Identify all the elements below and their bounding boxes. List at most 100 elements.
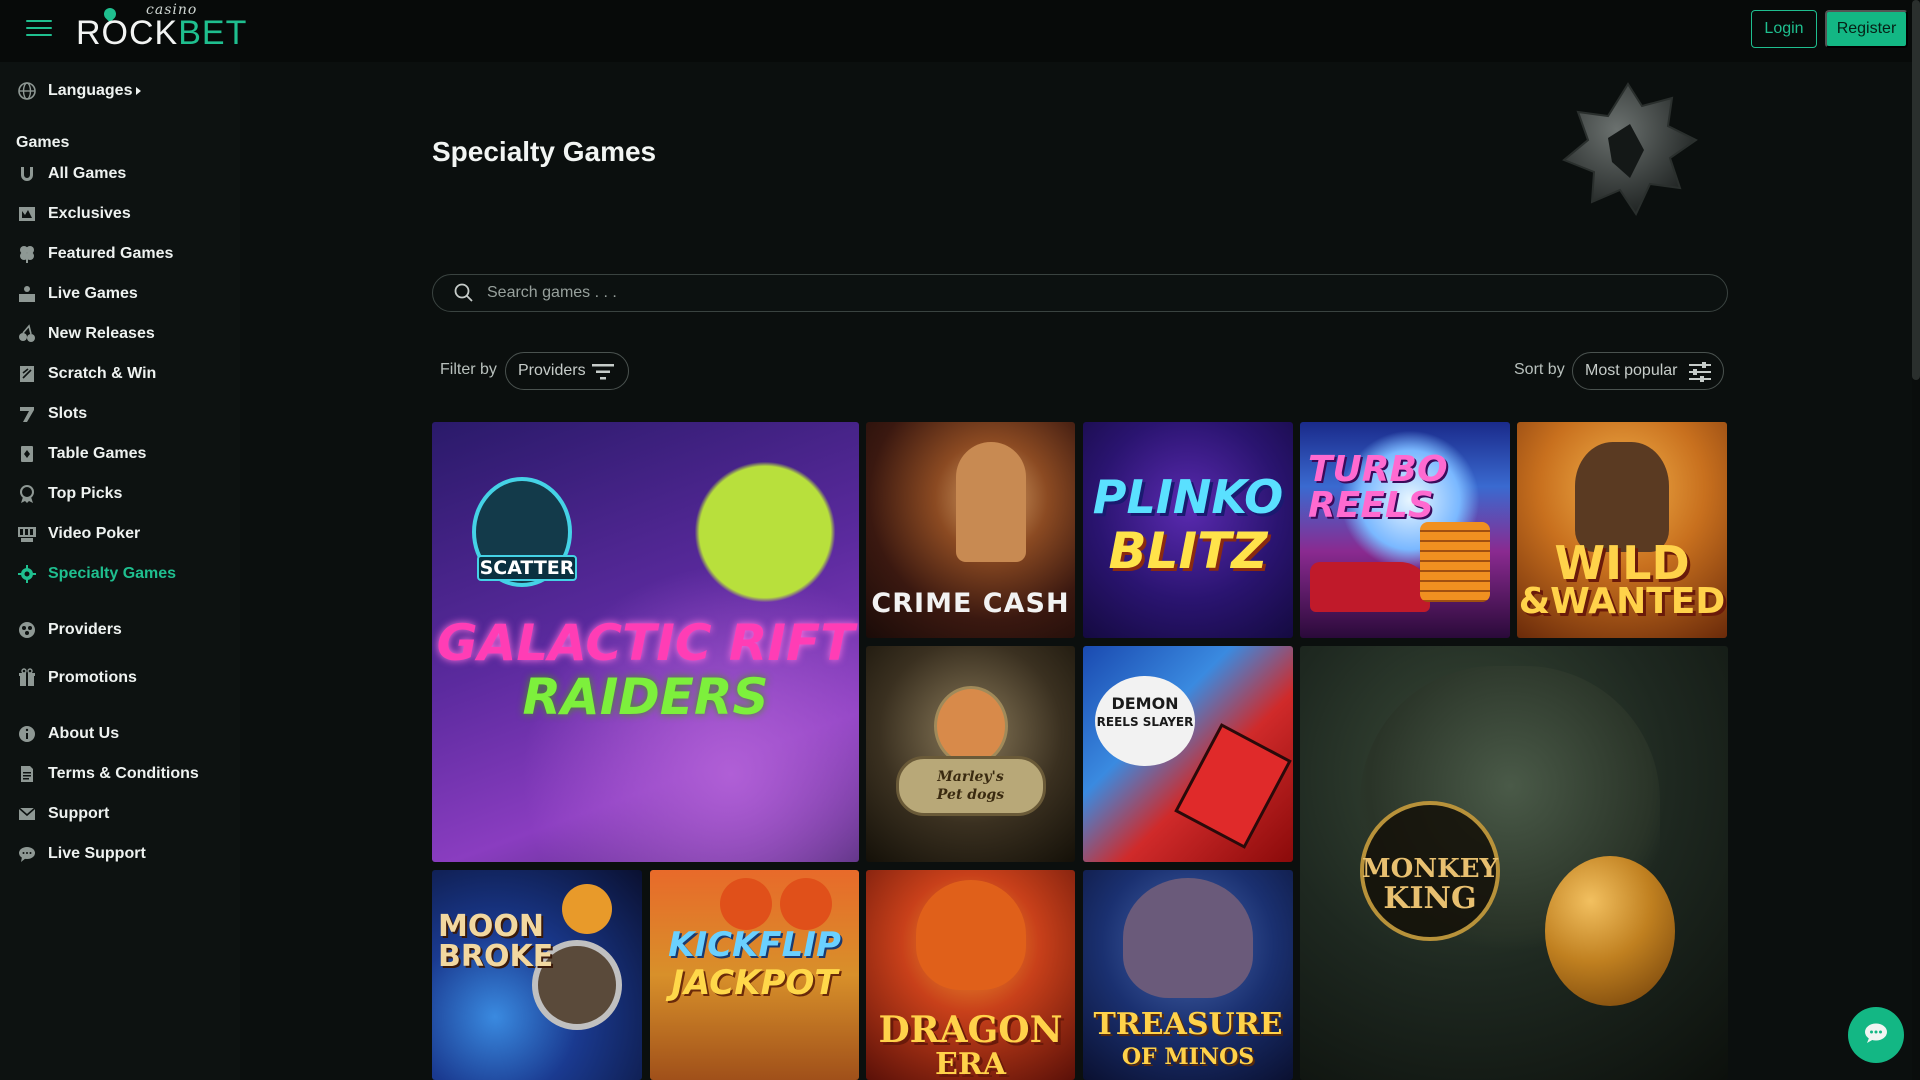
game-title-line1: MOON: [438, 909, 544, 944]
sidebar-item-scratch-win[interactable]: Scratch & Win: [16, 360, 156, 388]
game-tile-moon-broke[interactable]: MOON BROKE: [432, 870, 642, 1080]
sidebar-item-live-games[interactable]: Live Games: [16, 280, 138, 308]
character-illustration: [956, 442, 1026, 562]
filter-label: Filter by: [440, 361, 497, 378]
globe-icon: [16, 80, 38, 102]
game-title-line2: ERA: [934, 1047, 1007, 1080]
sidebar-item-label: Specialty Games: [48, 565, 177, 582]
providers-filter-label: Providers: [518, 362, 586, 379]
logo-bet-text: BET: [178, 14, 248, 52]
game-title-line2: OF MINOS: [1121, 1044, 1255, 1070]
game-tile-kickflip-jackpot[interactable]: KICKFLIP JACKPOT: [650, 870, 859, 1080]
game-tile-marleys-pet-dogs[interactable]: Marley's Pet dogs: [866, 646, 1075, 862]
search-icon: [453, 282, 475, 304]
sort-value: Most popular: [1585, 362, 1678, 379]
login-button[interactable]: Login: [1751, 10, 1817, 48]
info-icon: [16, 723, 38, 745]
top-bar: casino ROCKBET Login Register: [0, 0, 1920, 62]
sidebar-item-label: Languages: [48, 82, 133, 99]
sidebar-item-about-us[interactable]: About Us: [16, 720, 119, 748]
sidebar-item-label: Slots: [48, 405, 88, 422]
game-title-line1: WILD: [1554, 536, 1690, 590]
search-bar[interactable]: [432, 274, 1728, 312]
game-title-line2: CASH: [982, 588, 1070, 619]
game-title-line2: KING: [1383, 881, 1477, 916]
sidebar-item-top-picks[interactable]: Top Picks: [16, 480, 122, 508]
sidebar-item-support[interactable]: Support: [16, 800, 109, 828]
sort-dropdown[interactable]: Most popular: [1572, 352, 1724, 390]
game-title-line2: REELS: [1308, 485, 1434, 526]
ball-graphic: [780, 878, 832, 930]
coins-illustration: [1420, 522, 1490, 602]
game-title: CRIME CASH: [866, 590, 1075, 617]
game-tile-crime-cash[interactable]: CRIME CASH: [866, 422, 1075, 638]
game-tile-demon-reels-slayer[interactable]: DEMON REELS SLAYER: [1083, 646, 1293, 862]
sidebar-item-languages[interactable]: Languages: [16, 77, 142, 105]
game-tile-wild-wanted[interactable]: WILD &WANTED: [1517, 422, 1727, 638]
logo[interactable]: casino ROCKBET: [76, 2, 246, 52]
sliders-icon: [1689, 362, 1711, 382]
menu-icon[interactable]: [26, 18, 52, 38]
filter-icon: [592, 363, 614, 381]
game-title-line2: JACKPOT: [671, 963, 838, 1003]
poker-icon: [16, 523, 38, 545]
sidebar-item-terms[interactable]: Terms & Conditions: [16, 760, 199, 788]
game-tile-plinko-blitz[interactable]: PLINKO BLITZ: [1083, 422, 1293, 638]
sidebar-item-label: Scratch & Win: [48, 365, 157, 382]
document-icon: [16, 763, 38, 785]
sidebar-item-all-games[interactable]: All Games: [16, 160, 126, 188]
portrait-illustration: [934, 686, 1008, 766]
card-icon: [16, 443, 38, 465]
providers-filter-button[interactable]: Providers: [505, 352, 629, 390]
seven-icon: [16, 403, 38, 425]
live-chat-button[interactable]: [1848, 1007, 1904, 1063]
sidebar-item-video-poker[interactable]: Video Poker: [16, 520, 140, 548]
game-tile-treasure-of-minos[interactable]: TREASURE OF MINOS: [1083, 870, 1293, 1080]
sidebar-item-label: Featured Games: [48, 245, 174, 262]
game-title-line1: DEMON: [1111, 694, 1179, 713]
scratch-icon: [16, 363, 38, 385]
sidebar-item-label: Table Games: [48, 445, 147, 462]
sidebar-item-specialty-games[interactable]: Specialty Games: [16, 560, 176, 588]
sidebar-item-new-releases[interactable]: New Releases: [16, 320, 155, 348]
game-title-line2: REELS SLAYER: [1096, 715, 1194, 729]
search-input[interactable]: [487, 284, 1687, 302]
game-tile-galactic-rift-raiders[interactable]: SCATTER GALACTIC RIFT RAIDERS: [432, 422, 859, 862]
sidebar-item-slots[interactable]: Slots: [16, 400, 87, 428]
chat-icon: [16, 843, 38, 865]
mail-icon: [16, 803, 38, 825]
gift-icon: [16, 667, 38, 689]
game-tile-dragon-era[interactable]: DRAGON ERA: [866, 870, 1075, 1080]
sidebar-item-label: New Releases: [48, 325, 155, 342]
game-title-line1: PLINKO: [1092, 470, 1284, 524]
sidebar-item-label: Live Games: [48, 285, 138, 302]
sidebar-item-exclusives[interactable]: Exclusives: [16, 200, 131, 228]
logo-wordmark: ROCKBET: [76, 14, 247, 53]
sidebar-item-featured-games[interactable]: Featured Games: [16, 240, 173, 268]
sidebar-item-label: Exclusives: [48, 205, 131, 222]
register-button[interactable]: Register: [1825, 10, 1908, 48]
dealer-icon: [16, 283, 38, 305]
game-tile-turbo-reels[interactable]: TURBO REELS: [1300, 422, 1510, 638]
minotaur-illustration: [1123, 878, 1253, 998]
exclusive-icon: [16, 203, 38, 225]
game-title-line1: MONKEY: [1361, 854, 1499, 884]
sidebar-item-table-games[interactable]: Table Games: [16, 440, 146, 468]
sidebar-item-promotions[interactable]: Promotions: [16, 664, 137, 692]
providers-icon: [16, 619, 38, 641]
game-title-line2: Pet dogs: [936, 787, 1005, 803]
game-title-line1: Marley's: [937, 769, 1004, 785]
game-title-line1: DRAGON: [878, 1009, 1063, 1051]
sidebar-item-label: Terms & Conditions: [48, 765, 199, 782]
sidebar-item-label: All Games: [48, 165, 127, 182]
sidebar-item-live-support[interactable]: Live Support: [16, 840, 146, 868]
horseshoe-icon: [16, 163, 38, 185]
page-title: Specialty Games: [432, 136, 657, 167]
sidebar-item-label: Support: [48, 805, 110, 822]
game-tile-monkey-king[interactable]: MONKEY KING: [1300, 646, 1728, 1080]
scatter-badge: SCATTER: [477, 555, 577, 581]
games-heading: Games: [16, 134, 70, 151]
card-illustration: [1174, 723, 1292, 849]
scrollbar-thumb[interactable]: [1912, 0, 1920, 380]
sidebar-item-providers[interactable]: Providers: [16, 616, 122, 644]
